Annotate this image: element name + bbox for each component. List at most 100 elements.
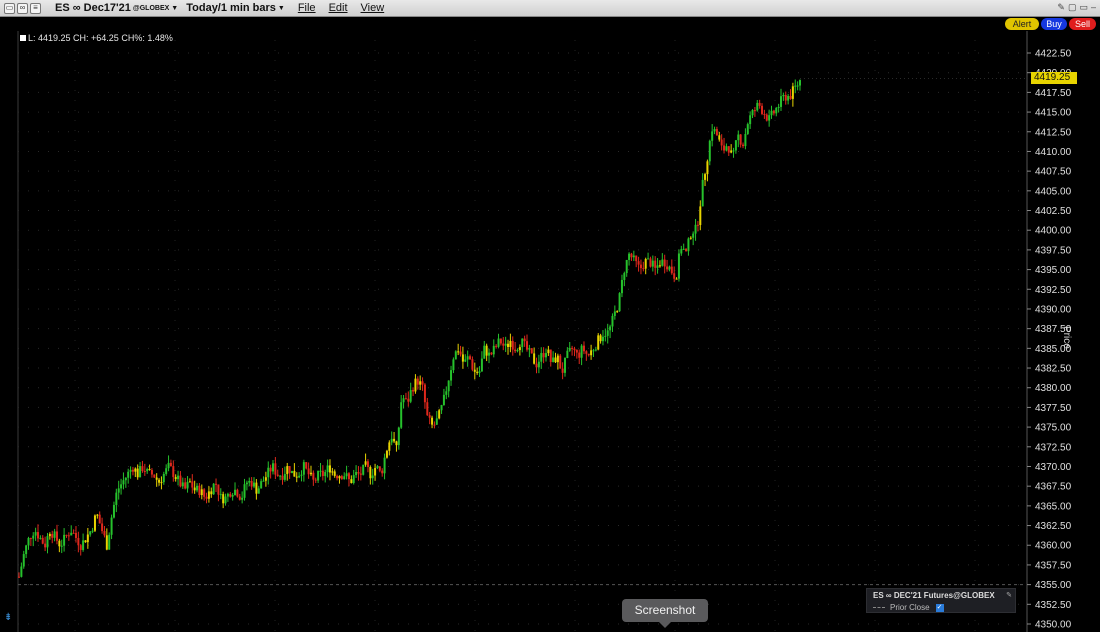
y-tick-label: 4377.50 xyxy=(1035,403,1072,414)
candle-body xyxy=(488,352,491,356)
candle-body xyxy=(243,484,246,498)
candle-body xyxy=(561,368,564,373)
candle-body xyxy=(309,472,312,475)
price-chart[interactable]: 4422.504420.004417.504415.004412.504410.… xyxy=(0,0,1100,632)
y-tick-label: 4375.00 xyxy=(1035,423,1072,434)
candle-body xyxy=(799,80,801,86)
y-tick-label: 4392.50 xyxy=(1035,285,1072,296)
candle-body xyxy=(761,105,764,114)
candle-body xyxy=(687,238,690,252)
candle-body xyxy=(668,266,671,270)
candle-body xyxy=(768,115,771,121)
candle-body xyxy=(27,538,30,546)
candle-body xyxy=(20,566,23,577)
candle-body xyxy=(775,107,778,114)
candle-body xyxy=(450,370,453,381)
candle-body xyxy=(445,391,448,395)
candle-body xyxy=(115,492,118,505)
candle-body xyxy=(281,475,284,480)
candle-body xyxy=(573,348,576,351)
candle-body xyxy=(492,345,495,355)
candle-body xyxy=(753,110,756,112)
candle-body xyxy=(253,482,256,487)
candle-body xyxy=(378,466,381,471)
candle-body xyxy=(215,483,218,485)
y-tick-label: 4410.00 xyxy=(1035,147,1072,158)
candle-body xyxy=(381,470,384,474)
candle-body xyxy=(734,140,737,151)
candle-body xyxy=(666,266,669,270)
y-tick-label: 4350.00 xyxy=(1035,620,1072,631)
candle-body xyxy=(98,514,101,524)
stats-text: L: 4419.25 CH: +64.25 CH%: 1.48% xyxy=(28,33,173,43)
checkbox-icon[interactable]: ✓ xyxy=(935,603,944,612)
candle-body xyxy=(580,345,583,358)
candle-body xyxy=(711,131,714,141)
candle-body xyxy=(217,484,220,495)
candle-body xyxy=(476,371,479,373)
candle-body xyxy=(286,466,289,475)
candle-body xyxy=(495,345,498,347)
candle-body xyxy=(207,491,210,499)
candle-body xyxy=(478,371,481,373)
candle-body xyxy=(480,358,483,372)
candle-body xyxy=(592,350,595,352)
candle-body xyxy=(751,110,754,116)
candle-body xyxy=(654,260,657,268)
candle-body xyxy=(224,496,227,504)
candle-body xyxy=(333,471,336,476)
candle-body xyxy=(65,534,68,536)
candle-body xyxy=(212,483,215,495)
candle-body xyxy=(350,479,353,484)
candle-body xyxy=(155,477,158,480)
candle-body xyxy=(725,146,728,151)
candle-body xyxy=(613,311,616,316)
candle-body xyxy=(704,174,707,180)
candle-body xyxy=(604,335,607,337)
candle-body xyxy=(86,534,89,543)
candle-body xyxy=(84,540,87,543)
candle-body xyxy=(459,351,462,355)
candle-body xyxy=(457,351,460,353)
candle-body xyxy=(314,479,317,481)
candle-body xyxy=(188,481,191,483)
candle-body xyxy=(186,481,189,489)
candle-body xyxy=(647,258,650,260)
candle-body xyxy=(582,345,585,352)
dashed-line-icon xyxy=(873,607,885,608)
candle-body xyxy=(433,424,436,426)
candle-body xyxy=(507,343,510,347)
candle-body xyxy=(642,268,645,270)
candle-body xyxy=(359,473,362,475)
candle-body xyxy=(245,482,248,485)
candle-body xyxy=(416,378,419,385)
candle-body xyxy=(466,356,469,360)
candle-body xyxy=(22,554,25,567)
candle-body xyxy=(502,343,505,346)
candle-body xyxy=(146,469,149,472)
y-tick-label: 4397.50 xyxy=(1035,245,1072,256)
candle-body xyxy=(328,465,331,473)
candle-body xyxy=(552,357,555,362)
candle-body xyxy=(184,482,187,489)
candle-body xyxy=(559,355,562,369)
candle-body xyxy=(127,471,130,478)
candle-body xyxy=(269,467,272,472)
candle-body xyxy=(70,532,73,536)
candle-body xyxy=(639,264,642,269)
candle-body xyxy=(742,144,745,147)
candle-body xyxy=(452,359,455,371)
candle-body xyxy=(283,474,286,480)
candle-body xyxy=(267,467,270,478)
candle-body xyxy=(355,472,358,476)
candle-body xyxy=(51,534,54,538)
candle-body xyxy=(222,494,225,504)
candle-body xyxy=(518,347,521,351)
candle-body xyxy=(464,359,467,362)
y-tick-label: 4365.00 xyxy=(1035,501,1072,512)
candle-body xyxy=(540,353,543,362)
pin-icon[interactable]: ✎ xyxy=(1006,591,1012,599)
candle-body xyxy=(317,470,320,481)
candle-body xyxy=(563,358,566,373)
scroll-handle-icon[interactable]: ⇟ xyxy=(4,612,12,624)
